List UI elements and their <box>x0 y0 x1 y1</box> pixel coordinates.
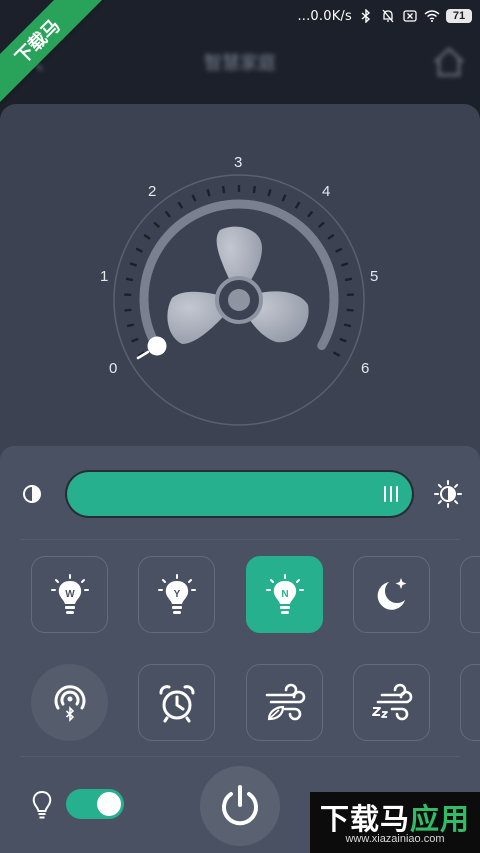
dial-tick <box>131 337 139 343</box>
dial-tick <box>294 201 301 209</box>
dial-knob[interactable] <box>147 336 167 356</box>
light-bulb-icon <box>30 790 54 825</box>
more-mode-button[interactable] <box>460 556 480 633</box>
moon-icon <box>377 577 406 610</box>
svg-text:Y: Y <box>173 589 180 600</box>
dial-label-1: 1 <box>100 268 109 285</box>
dial-tick <box>340 262 349 267</box>
battery-indicator: 71 <box>446 9 472 23</box>
divider <box>20 756 460 757</box>
alarm-clock-icon <box>159 684 194 722</box>
logo-text-left: 下载马 <box>319 804 410 836</box>
mute-bell-icon <box>380 8 396 24</box>
power-button[interactable] <box>200 766 280 846</box>
toggle-knob <box>97 792 121 816</box>
night-mode-button[interactable] <box>353 556 430 633</box>
wifi-icon <box>424 8 440 24</box>
dial-tick <box>281 194 287 202</box>
dial-tick <box>126 323 135 328</box>
dial-label-6: 6 <box>361 360 370 377</box>
bulb-n-icon: N <box>265 573 304 614</box>
bluetooth-icon <box>54 684 85 722</box>
dial-tick <box>221 185 226 194</box>
bluetooth-status-icon <box>358 8 374 24</box>
dial-label-0: 0 <box>109 360 118 377</box>
brightness-high-icon <box>434 480 462 513</box>
dial-tick <box>252 185 257 194</box>
dial-tick <box>343 323 352 328</box>
wind-leaf-icon <box>265 683 305 720</box>
dial-tick <box>143 233 151 240</box>
watermark-logo: 下载马应用 www.xiazainiao.com <box>310 792 480 853</box>
slider-grip-icon[interactable] <box>384 486 398 502</box>
timer-button[interactable] <box>138 664 215 741</box>
bulb-w-icon: W <box>50 573 89 614</box>
sleep-wind-button[interactable] <box>353 664 430 741</box>
dial-tick <box>153 221 161 229</box>
brightness-slider-fill <box>67 472 412 516</box>
dial-tick <box>346 308 354 312</box>
network-speed: ...0.0K/s <box>297 8 352 24</box>
dial-label-2: 2 <box>148 183 157 200</box>
dial-tick <box>135 247 143 253</box>
dial-tick <box>344 277 353 282</box>
brightness-low-icon <box>22 484 42 509</box>
dial-tick <box>177 201 184 209</box>
light-toggle[interactable] <box>66 789 124 819</box>
wind-sleep-icon <box>371 683 412 720</box>
dial-tick <box>332 351 341 357</box>
dial-tick <box>307 210 314 218</box>
svg-text:W: W <box>65 589 75 600</box>
power-icon <box>222 785 258 826</box>
dial-tick <box>339 337 347 343</box>
fan-icon <box>167 226 309 344</box>
dial-tick <box>164 210 171 218</box>
dial-label-5: 5 <box>370 268 379 285</box>
divider <box>20 539 460 540</box>
dial-tick <box>191 194 197 202</box>
dial-tick <box>124 308 132 312</box>
logo-text-right: 应用 <box>410 804 471 836</box>
dial-tick <box>206 189 211 197</box>
brightness-row <box>0 470 480 518</box>
sim-disabled-icon <box>402 8 418 24</box>
mode-y-button[interactable]: Y <box>138 556 215 633</box>
mode-n-button[interactable]: N <box>246 556 323 633</box>
bulb-y-icon: Y <box>157 573 196 614</box>
bluetooth-button[interactable] <box>31 664 108 741</box>
dial-tick <box>267 189 272 197</box>
dial-label-4: 4 <box>322 183 331 200</box>
more-function-button[interactable] <box>460 664 480 741</box>
home-icon[interactable] <box>432 46 466 83</box>
fan-speed-dial[interactable]: 0 1 2 3 4 5 6 <box>0 104 480 444</box>
dial-label-3: 3 <box>234 154 243 171</box>
dial-tick <box>335 247 343 253</box>
page-title: 智慧家庭 <box>204 53 276 73</box>
mode-w-button[interactable]: W <box>31 556 108 633</box>
natural-wind-button[interactable] <box>246 664 323 741</box>
logo-url: www.xiazainiao.com <box>345 833 445 845</box>
dial-tick <box>129 262 138 267</box>
dial-tick <box>125 277 134 282</box>
app-header: 智慧家庭 <box>0 40 480 84</box>
brightness-slider[interactable] <box>65 470 414 518</box>
svg-text:N: N <box>281 589 288 600</box>
dial-tick <box>327 233 335 240</box>
dial-tick <box>317 221 325 229</box>
